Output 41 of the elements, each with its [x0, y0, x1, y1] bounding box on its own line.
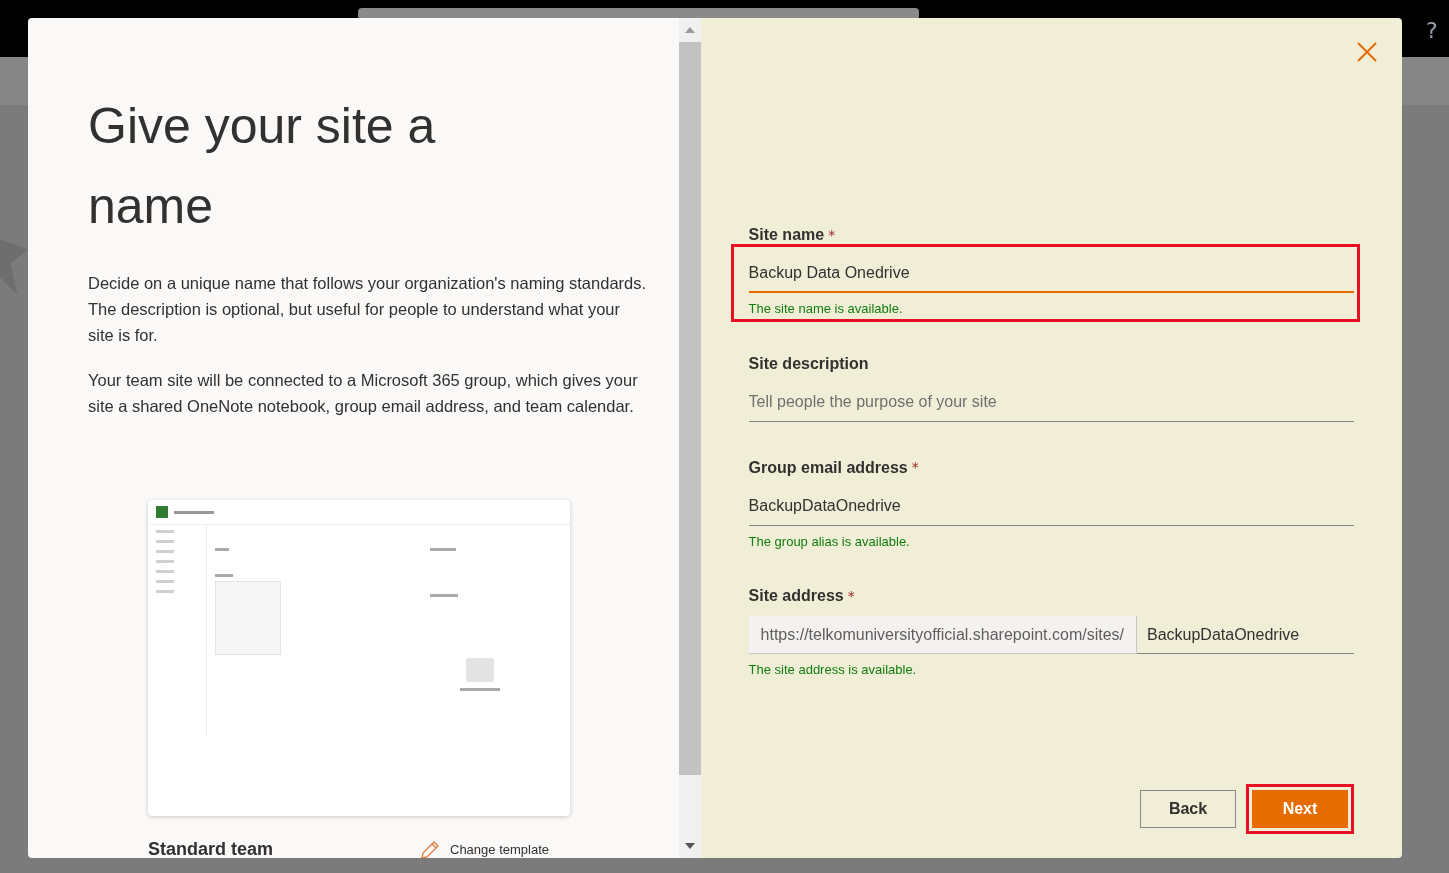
- heading-placeholder-line: [460, 688, 500, 691]
- required-mark: *: [828, 225, 836, 245]
- nav-placeholder-line: [156, 530, 174, 533]
- status-message: The site address is available.: [748, 661, 918, 679]
- dialog-title: Give your site a name: [88, 97, 437, 236]
- nav-placeholder-line: [156, 590, 174, 593]
- field-label: Site name: [748, 225, 825, 245]
- nav-placeholder-line: [156, 540, 174, 543]
- heading-placeholder-line: [215, 574, 233, 577]
- change-template-button[interactable]: Change template: [420, 839, 549, 858]
- back-button[interactable]: Back: [1140, 790, 1236, 828]
- folder-icon: [466, 658, 494, 682]
- text-field[interactable]: Tell people the purpose of your site: [748, 383, 1354, 422]
- status-message: The group alias is available.: [748, 532, 911, 551]
- help-icon[interactable]: ?: [1426, 14, 1438, 47]
- site-logo-icon: [156, 506, 168, 518]
- text-field[interactable]: Backup Data Onedrive: [748, 255, 1354, 293]
- field-label: Group email address: [748, 457, 908, 478]
- url-prefix: https://telkomuniversityofficial.sharepoint.com/sites/: [748, 616, 1137, 654]
- nav-placeholder-line: [156, 560, 174, 563]
- title-placeholder-line: [174, 510, 214, 514]
- nav-placeholder-line: [156, 580, 174, 583]
- text-field[interactable]: BackupDataOnedrive: [748, 487, 1354, 526]
- heading-placeholder-line: [430, 548, 456, 551]
- nav-placeholder-line: [156, 570, 174, 573]
- scroll-up-icon[interactable]: [684, 27, 695, 33]
- site-address-field[interactable]: BackupDataOnedrive: [1137, 616, 1354, 654]
- close-icon: [1356, 41, 1378, 63]
- description-text: Your team site will be connected to a Microsoft 365 group, which gives your site a shared OneNote notebook, group email address, and team calendar.: [88, 370, 639, 417]
- template-name: Standard team: [148, 838, 275, 858]
- field-label: Site address: [748, 586, 844, 606]
- required-mark: *: [847, 586, 855, 606]
- required-mark: *: [911, 458, 919, 477]
- scroll-down-icon[interactable]: [684, 843, 695, 849]
- field-label: Site description: [748, 353, 869, 374]
- close-button[interactable]: [1356, 40, 1380, 64]
- description-text: Decide on a unique name that follows your organization's naming standards. The description is optional, but useful for people to understand what your site is for.: [88, 273, 648, 346]
- nav-placeholder-line: [156, 550, 174, 553]
- heading-placeholder-line: [430, 594, 458, 597]
- status-message: The site name is available.: [748, 300, 904, 318]
- pencil-icon: [420, 839, 440, 858]
